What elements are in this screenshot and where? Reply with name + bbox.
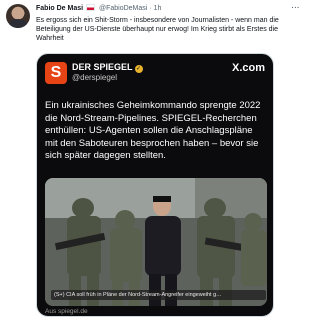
author-avatar[interactable] bbox=[6, 4, 30, 28]
card-account-handle: @derspiegel bbox=[72, 73, 118, 82]
separator-dot: · bbox=[149, 5, 152, 12]
author-name[interactable]: Fabio De Masi bbox=[36, 5, 83, 12]
author-handle[interactable]: @FabioDeMasi bbox=[99, 5, 147, 12]
more-options-icon[interactable]: ··· bbox=[292, 3, 301, 15]
tweet-time[interactable]: 1h bbox=[154, 5, 162, 12]
article-photo: (S+) CIA soll früh in Pläne der Nord-Str… bbox=[45, 178, 267, 306]
flag-icon bbox=[86, 4, 96, 11]
link-source[interactable]: Aus spiegel.de bbox=[45, 308, 88, 316]
card-text: Ein ukrainisches Geheimkommando sprengte… bbox=[45, 100, 261, 161]
link-card[interactable]: S DER SPIEGEL ✓ @derspiegel X.com Ein ukr… bbox=[36, 53, 274, 317]
spiegel-logo-icon: S bbox=[45, 62, 67, 84]
tweet-header: Fabio De Masi @FabioDeMasi · 1h ··· bbox=[36, 3, 300, 15]
photo-caption: (S+) CIA soll früh in Pläne der Nord-Str… bbox=[51, 290, 266, 300]
tweet[interactable]: Fabio De Masi @FabioDeMasi · 1h ··· Es e… bbox=[0, 0, 306, 320]
tweet-text: Es ergoss sich ein Shit-Storm - insbeson… bbox=[36, 17, 279, 42]
card-account-name-text: DER SPIEGEL bbox=[72, 62, 133, 72]
photo-scene bbox=[45, 178, 267, 306]
verified-badge-icon: ✓ bbox=[134, 65, 143, 73]
x-logo: X.com bbox=[231, 62, 265, 74]
